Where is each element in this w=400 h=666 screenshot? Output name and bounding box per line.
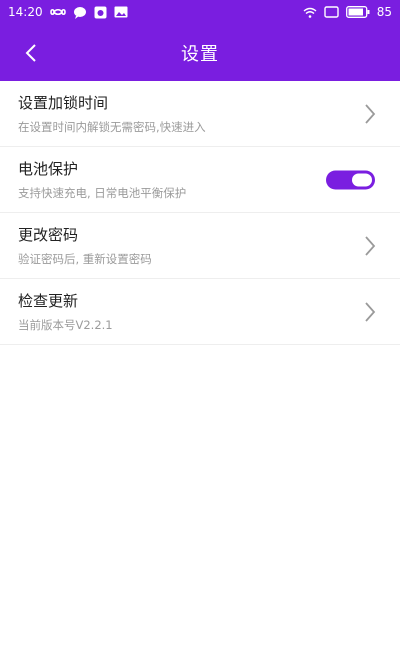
infinity-icon: [49, 7, 66, 17]
settings-list: 设置加锁时间 在设置时间内解锁无需密码,快速进入 电池保护 支持快速充电, 日常…: [0, 81, 400, 345]
setting-subtitle: 当前版本号V2.2.1: [18, 318, 113, 332]
setting-title: 设置加锁时间: [18, 94, 109, 112]
status-time: 14:20: [8, 5, 43, 19]
chevron-right-icon: [365, 301, 376, 322]
setting-subtitle: 在设置时间内解锁无需密码,快速进入: [18, 120, 206, 134]
battery-level: 85: [376, 5, 392, 19]
chevron-right-icon: [365, 103, 376, 124]
screen-icon: [324, 6, 339, 18]
setting-subtitle: 验证密码后, 重新设置密码: [18, 252, 152, 266]
toggle-knob: [352, 173, 372, 186]
battery-protection-toggle[interactable]: [326, 170, 375, 189]
back-button[interactable]: [14, 36, 48, 70]
image-icon: [114, 6, 128, 18]
setting-title: 更改密码: [18, 226, 79, 244]
back-arrow-icon: [25, 43, 36, 62]
app-header: 14:20 85 设置: [0, 0, 400, 81]
setting-row-check-update[interactable]: 检查更新 当前版本号V2.2.1: [0, 279, 400, 345]
status-bar: 14:20 85: [0, 0, 400, 24]
setting-row-battery-protection: 电池保护 支持快速充电, 日常电池平衡保护: [0, 147, 400, 213]
wifi-icon: [303, 7, 317, 18]
message-bubble-icon: [73, 6, 87, 19]
battery-icon: [345, 6, 370, 18]
setting-subtitle: 支持快速充电, 日常电池平衡保护: [18, 186, 187, 200]
title-bar: 设置: [0, 24, 400, 81]
photo-app-icon: [94, 6, 107, 19]
status-left: 14:20: [8, 5, 128, 19]
setting-row-lock-time[interactable]: 设置加锁时间 在设置时间内解锁无需密码,快速进入: [0, 81, 400, 147]
chevron-right-icon: [365, 235, 376, 256]
status-right: 85: [303, 5, 392, 19]
page-title: 设置: [181, 43, 219, 65]
setting-title: 检查更新: [18, 292, 79, 310]
setting-row-change-password[interactable]: 更改密码 验证密码后, 重新设置密码: [0, 213, 400, 279]
